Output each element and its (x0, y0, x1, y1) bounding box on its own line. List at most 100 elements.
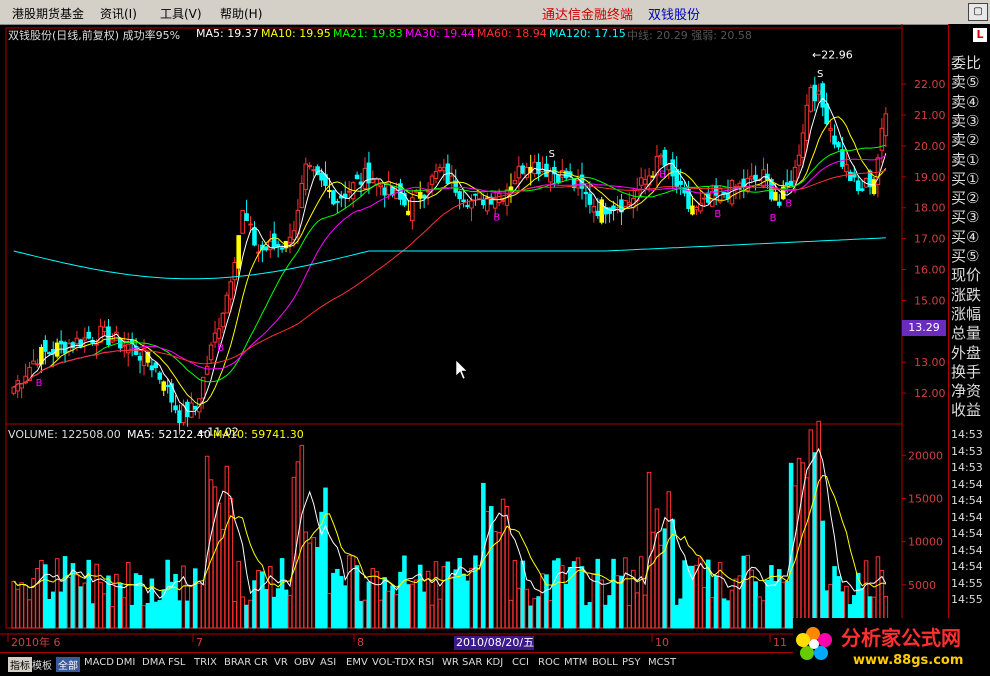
volume-axis-label: 5000 (908, 579, 936, 592)
candle-body (311, 169, 316, 172)
level2-icon[interactable]: L (973, 28, 987, 42)
volume-bar (662, 528, 668, 629)
quote-field-label: 卖③ (951, 111, 980, 130)
menu-futures[interactable]: 港股期货基金 (12, 5, 84, 22)
menu-help[interactable]: 帮助(H) (220, 5, 262, 22)
tab-dmi[interactable]: DMI (116, 657, 135, 668)
kline-chart[interactable]: 22.00 21.00 20.00 19.00 18.00 17.00 16.00 15.00… (0, 24, 948, 652)
candle-body (812, 84, 818, 102)
candle-body (264, 246, 269, 251)
tab-trix[interactable]: TRIX (194, 657, 217, 668)
volume-bar (737, 575, 743, 629)
volume-bar (378, 599, 384, 629)
candle-body (670, 159, 676, 177)
candle-body (228, 281, 234, 300)
tab-sar[interactable]: SAR (462, 657, 482, 668)
ma120-line (13, 237, 886, 280)
tab-roc[interactable]: ROC (538, 657, 560, 668)
ma120-label: MA120: 17.15 (549, 27, 626, 40)
candle-body (193, 405, 198, 410)
tab-kdj[interactable]: KDJ (486, 657, 503, 668)
tab-指标[interactable]: 指标 (8, 657, 32, 672)
candle-body (299, 182, 305, 209)
candle-body (512, 180, 518, 185)
volume-bar (769, 565, 774, 629)
tab-rsi[interactable]: RSI (418, 657, 434, 668)
volume-bar (232, 601, 238, 629)
candle-body (737, 182, 743, 187)
tick-time: 14:54 (951, 494, 983, 507)
tick-time: 14:55 (951, 576, 983, 590)
volume-bar (804, 477, 810, 629)
candle-body (859, 188, 865, 191)
volume-bar (248, 599, 253, 629)
candle-body (824, 103, 829, 125)
quote-field-label: 卖⑤ (951, 73, 980, 92)
volume-bar (114, 573, 119, 629)
app-brand: 通达信金融终端 (542, 8, 634, 23)
candle-body (358, 181, 364, 185)
tab-boll[interactable]: BOLL (592, 657, 618, 668)
tab-全部[interactable]: 全部 (56, 657, 80, 672)
volume-bar (496, 531, 502, 629)
volume-bar (698, 557, 703, 629)
tab-fsl[interactable]: FSL (168, 657, 186, 668)
tab-obv[interactable]: OBV (294, 657, 315, 668)
tab-cci[interactable]: CCI (512, 657, 529, 668)
tab-vol-tdx[interactable]: VOL-TDX (372, 657, 415, 668)
tab-wr[interactable]: WR (442, 657, 459, 668)
sell-signal-marker: S (817, 69, 823, 80)
logo-name: 分析家公式网 (841, 626, 961, 650)
volume-bar (323, 487, 328, 629)
volume-bar (528, 605, 533, 629)
candle-body (520, 165, 526, 174)
candle-body (121, 344, 127, 347)
volume-bar (820, 520, 825, 629)
volume-bar (275, 588, 281, 629)
volume-bar (421, 591, 427, 629)
volume-bar (599, 579, 604, 629)
volume-bar (47, 598, 52, 629)
volume-bar (204, 455, 210, 629)
volume-bar (575, 557, 581, 629)
menu-tools[interactable]: 工具(V) (160, 5, 202, 22)
candle-body (702, 197, 707, 200)
volume-bar (485, 511, 490, 629)
volume-bar (508, 599, 514, 629)
restore-window-icon[interactable]: ▢ (968, 3, 988, 21)
chart-area[interactable]: 22.00 21.00 20.00 19.00 18.00 17.00 16.00 15.00… (0, 24, 990, 652)
tab-asi[interactable]: ASI (320, 657, 336, 668)
candle-body (844, 164, 849, 173)
tab-psy[interactable]: PSY (622, 657, 641, 668)
tab-brar[interactable]: BRAR (224, 657, 251, 668)
tab-mtm[interactable]: MTM (564, 657, 587, 668)
tab-vr[interactable]: VR (274, 657, 288, 668)
menu-bar: 港股期货基金 资讯(I) 工具(V) 帮助(H) 通达信金融终端 双钱股份 ▢ (0, 0, 990, 25)
price-axis-label: 12.00 (914, 387, 946, 400)
volume-bar (761, 600, 766, 629)
candle-body (429, 175, 435, 185)
menu-info[interactable]: 资讯(I) (100, 5, 137, 22)
tab-macd[interactable]: MACD (84, 657, 114, 668)
volume-bar (39, 559, 44, 629)
candle-body (204, 365, 210, 375)
tab-模板[interactable]: 模板 (32, 657, 52, 672)
candle-body (189, 402, 194, 418)
tab-mcst[interactable]: MCST (648, 657, 676, 668)
candle-body (35, 363, 40, 366)
candle-body (836, 142, 841, 148)
candle-body (173, 405, 178, 411)
tab-cr[interactable]: CR (254, 657, 268, 668)
volume-bar (315, 546, 320, 629)
candle-body (595, 210, 601, 217)
volume-bar (346, 555, 352, 629)
stock-name[interactable]: 双钱股份 (648, 4, 700, 23)
tab-emv[interactable]: EMV (346, 657, 368, 668)
candle-body (871, 179, 877, 195)
candle-body (548, 170, 553, 183)
candle-body (303, 163, 309, 190)
candle-body (749, 175, 754, 180)
tab-dma[interactable]: DMA (142, 657, 165, 668)
quote-field-label: 净资 (951, 382, 982, 401)
quote-field-label: 现价 (951, 266, 982, 285)
